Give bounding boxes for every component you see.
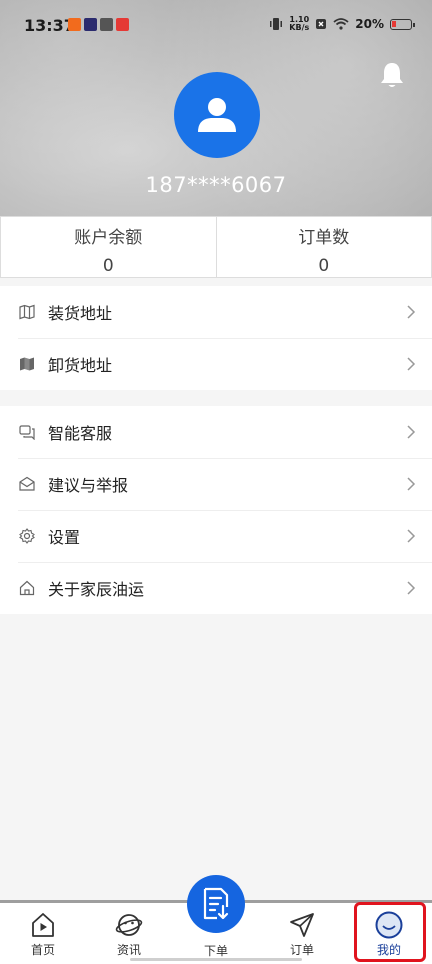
chevron-right-icon: [407, 581, 416, 595]
menu-label: 卸货地址: [48, 356, 113, 375]
phone-number: 187****6067: [145, 173, 287, 197]
menu-item-unloading-address[interactable]: 卸货地址: [0, 338, 432, 390]
service-menu-group: 智能客服 建议与举报 设置 关于家辰油运: [0, 406, 432, 614]
order-count-value: 0: [318, 256, 330, 276]
nav-news-label: 资讯: [116, 943, 141, 957]
menu-item-settings[interactable]: 设置: [0, 510, 432, 562]
menu-item-feedback[interactable]: 建议与举报: [0, 458, 432, 510]
balance-label: 账户余额: [74, 228, 143, 248]
create-order-button[interactable]: [187, 875, 245, 933]
chevron-right-icon: [407, 305, 416, 319]
battery-icon: [390, 18, 415, 30]
planet-icon: [99, 911, 159, 939]
chevron-right-icon: [407, 477, 416, 491]
user-icon: [198, 98, 236, 132]
home-play-icon: [13, 911, 73, 939]
home-icon: [18, 579, 36, 597]
wifi-icon: [333, 18, 349, 30]
nav-orders[interactable]: 订单: [272, 911, 332, 958]
vibrate-icon: [270, 18, 283, 30]
gear-icon: [18, 527, 36, 545]
menu-label: 关于家辰油运: [48, 580, 145, 599]
menu-label: 装货地址: [48, 304, 113, 323]
nav-home[interactable]: 首页: [13, 911, 73, 958]
nav-orders-label: 订单: [289, 943, 314, 957]
nav-news[interactable]: 资讯: [99, 911, 159, 958]
link-notification-icon: [100, 18, 113, 31]
menu-label: 建议与举报: [48, 476, 129, 495]
news-notification-icon: [116, 18, 129, 31]
sim-off-icon: [316, 19, 327, 29]
stats-bar: 账户余额 0 订单数 0: [0, 216, 432, 278]
order-count-label: 订单数: [298, 228, 350, 248]
menu-item-about[interactable]: 关于家辰油运: [0, 562, 432, 614]
balance-value: 0: [102, 256, 114, 276]
address-menu-group: 装货地址 卸货地址: [0, 286, 432, 390]
nav-mine[interactable]: 我的: [359, 911, 419, 958]
send-icon: [272, 911, 332, 939]
mail-icon: [18, 475, 36, 493]
nav-mine-label: 我的: [376, 943, 401, 957]
document-download-icon: [203, 887, 229, 920]
menu-item-customer-service[interactable]: 智能客服: [0, 406, 432, 458]
video-notification-icon: [84, 18, 97, 31]
chevron-right-icon: [407, 357, 416, 371]
menu-item-loading-address[interactable]: 装货地址: [0, 286, 432, 338]
notification-icons: [68, 18, 129, 31]
chat-icon: [18, 423, 36, 441]
create-order-label: 下单: [203, 944, 228, 958]
app-notification-icon: [68, 18, 81, 31]
map-icon: [18, 303, 36, 321]
chevron-right-icon: [407, 425, 416, 439]
status-bar: 13:37 1.10 KB/s 20%: [0, 0, 432, 52]
smile-face-icon: [359, 911, 419, 939]
home-indicator[interactable]: [130, 958, 302, 961]
chevron-right-icon: [407, 529, 416, 543]
status-right: 1.10 KB/s 20%: [269, 15, 415, 32]
menu-label: 智能客服: [48, 424, 113, 443]
order-count-stat[interactable]: 订单数 0: [215, 217, 432, 277]
avatar[interactable]: [174, 72, 260, 158]
menu-label: 设置: [48, 528, 81, 547]
balance-stat[interactable]: 账户余额 0: [0, 217, 216, 277]
battery-percent: 20%: [355, 17, 384, 31]
network-speed: 1.10 KB/s: [289, 15, 310, 32]
bell-icon[interactable]: [378, 60, 406, 90]
nav-home-label: 首页: [30, 943, 55, 957]
map-filled-icon: [18, 355, 36, 373]
